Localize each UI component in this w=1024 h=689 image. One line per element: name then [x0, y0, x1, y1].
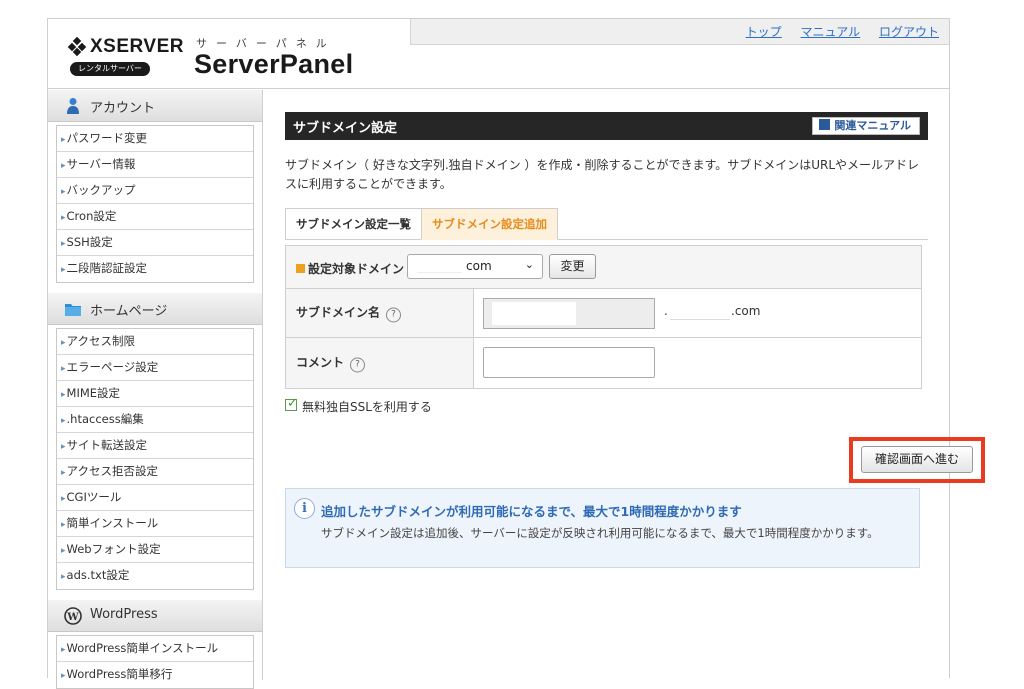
tabs: サブドメイン設定一覧 サブドメイン設定追加: [285, 208, 928, 240]
header: XSERVER レンタルサーバー サーバーパネル ServerPanel トップ…: [48, 19, 949, 89]
subdomain-dot: .: [664, 304, 668, 318]
sidebar-item-ssh[interactable]: ▸SSH設定: [57, 230, 253, 256]
sidebar-item-backup[interactable]: ▸バックアップ: [57, 178, 253, 204]
domain-select-masked: [417, 259, 462, 273]
sidebar-item-cgi[interactable]: ▸CGIツール: [57, 485, 253, 511]
book-icon: [819, 119, 831, 130]
nav-manual-link[interactable]: マニュアル: [801, 19, 861, 45]
sidebar-item-access-deny[interactable]: ▸アクセス拒否設定: [57, 459, 253, 485]
sidebar: アカウント ▸パスワード変更 ▸サーバー情報 ▸バックアップ ▸Cron設定 ▸…: [48, 90, 263, 689]
domain-name-masked: [670, 304, 730, 320]
logo-badge: レンタルサーバー: [70, 62, 150, 76]
help-icon[interactable]: ?: [350, 357, 366, 373]
sidebar-section-homepage[interactable]: ホームページ: [48, 293, 262, 325]
logo[interactable]: XSERVER レンタルサーバー サーバーパネル ServerPanel: [66, 31, 366, 81]
subdomain-form: 設定対象ドメイン com ⌄ 変更 サブドメイン名? . .com コメント ?: [285, 245, 922, 389]
page-title-bar: サブドメイン設定 関連マニュアル: [285, 112, 928, 140]
comment-label: コメント?: [286, 338, 474, 388]
check-icon: ✓: [287, 396, 298, 411]
sidebar-section-title: アカウント: [90, 101, 156, 116]
subdomain-input-masked: [492, 302, 576, 325]
svg-text:W: W: [66, 612, 79, 623]
sidebar-section-wordpress[interactable]: W WordPress: [48, 600, 262, 632]
tab-subdomain-add[interactable]: サブドメイン設定追加: [421, 208, 558, 240]
nav-top-link[interactable]: トップ: [746, 19, 782, 45]
domain-select[interactable]: com ⌄: [407, 254, 543, 279]
xserver-logo-icon: [67, 37, 87, 57]
info-icon: i: [294, 498, 315, 519]
logo-word: XSERVER: [90, 36, 184, 57]
folder-icon: [65, 304, 81, 316]
sidebar-list-homepage: ▸アクセス制限 ▸エラーページ設定 ▸MIME設定 ▸.htaccess編集 ▸…: [56, 328, 254, 590]
comment-input[interactable]: [483, 347, 655, 378]
sidebar-item-wp-install[interactable]: ▸WordPress簡単インストール: [57, 636, 253, 662]
help-icon[interactable]: ?: [386, 307, 402, 323]
change-domain-button[interactable]: 変更: [549, 254, 596, 279]
confirm-highlight: 確認画面へ進む: [849, 437, 985, 483]
sidebar-section-title: WordPress: [90, 607, 158, 622]
domain-select-value: com: [466, 259, 492, 273]
user-icon: [67, 98, 79, 114]
sidebar-section-account[interactable]: アカウント: [48, 90, 262, 122]
related-manual-button[interactable]: 関連マニュアル: [812, 117, 920, 135]
sidebar-item-site-redirect[interactable]: ▸サイト転送設定: [57, 433, 253, 459]
nav-logout-link[interactable]: ログアウト: [879, 19, 939, 45]
ssl-label[interactable]: 無料独自SSLを利用する: [302, 398, 432, 415]
info-box: i 追加したサブドメインが利用可能になるまで、最大で1時間程度かかります サブド…: [285, 488, 920, 568]
subdomain-label: サブドメイン名?: [286, 289, 474, 337]
subdomain-row: サブドメイン名? . .com: [286, 289, 921, 338]
sidebar-item-cron[interactable]: ▸Cron設定: [57, 204, 253, 230]
tab-subdomain-list[interactable]: サブドメイン設定一覧: [285, 208, 422, 240]
sidebar-item-wp-migrate[interactable]: ▸WordPress簡単移行: [57, 662, 253, 688]
confirm-button[interactable]: 確認画面へ進む: [861, 446, 973, 473]
main-content: サブドメイン設定 関連マニュアル サブドメイン（ 好きな文字列.独自ドメイン ）…: [285, 112, 985, 568]
bullet-icon: [296, 264, 305, 273]
sidebar-item-error-page[interactable]: ▸エラーページ設定: [57, 355, 253, 381]
page-title: サブドメイン設定: [293, 121, 398, 136]
sidebar-item-access-limit[interactable]: ▸アクセス制限: [57, 329, 253, 355]
sidebar-section-title: ホームページ: [90, 304, 168, 319]
ssl-option: ✓ 無料独自SSLを利用する: [285, 396, 928, 415]
chevron-down-icon: ⌄: [524, 258, 534, 271]
sidebar-item-ads-txt[interactable]: ▸ads.txt設定: [57, 563, 253, 589]
sidebar-item-easy-install[interactable]: ▸簡単インストール: [57, 511, 253, 537]
domain-label: 設定対象ドメイン: [296, 260, 404, 277]
sidebar-item-2fa[interactable]: ▸二段階認証設定: [57, 256, 253, 282]
domain-suffix: .com: [731, 304, 761, 318]
wordpress-icon: W: [64, 607, 82, 625]
intro-text: サブドメイン（ 好きな文字列.独自ドメイン ）を作成・削除することができます。サ…: [285, 158, 920, 191]
top-nav: トップ マニュアル ログアウト: [410, 19, 949, 45]
ssl-checkbox[interactable]: ✓: [285, 396, 298, 411]
sidebar-item-htaccess[interactable]: ▸.htaccess編集: [57, 407, 253, 433]
sidebar-list-account: ▸パスワード変更 ▸サーバー情報 ▸バックアップ ▸Cron設定 ▸SSH設定 …: [56, 125, 254, 283]
panel-title: ServerPanel: [194, 49, 354, 79]
domain-row: 設定対象ドメイン com ⌄ 変更: [286, 246, 921, 289]
sidebar-item-mime[interactable]: ▸MIME設定: [57, 381, 253, 407]
info-body: サブドメイン設定は追加後、サーバーに設定が反映され利用可能になるまで、最大で1時…: [321, 526, 879, 540]
server-panel-window: XSERVER レンタルサーバー サーバーパネル ServerPanel トップ…: [47, 18, 985, 689]
sidebar-item-password[interactable]: ▸パスワード変更: [57, 126, 253, 152]
sidebar-list-wordpress: ▸WordPress簡単インストール ▸WordPress簡単移行: [56, 635, 254, 689]
comment-row: コメント?: [286, 338, 921, 388]
sidebar-item-server-info[interactable]: ▸サーバー情報: [57, 152, 253, 178]
sidebar-item-webfont[interactable]: ▸Webフォント設定: [57, 537, 253, 563]
info-title: 追加したサブドメインが利用可能になるまで、最大で1時間程度かかります: [321, 504, 742, 519]
subdomain-input[interactable]: [483, 298, 655, 329]
